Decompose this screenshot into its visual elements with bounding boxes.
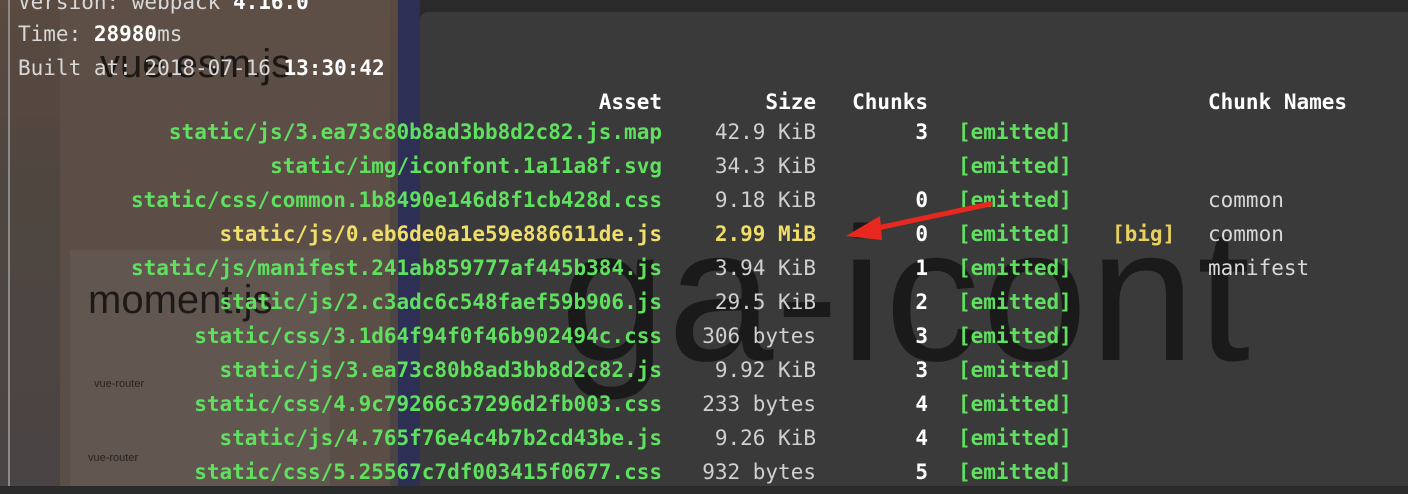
asset-chunks: 4 (915, 392, 928, 416)
asset-size: 9.18 KiB (714, 188, 816, 212)
asset-chunks: 1 (915, 256, 928, 280)
asset-size: 233 bytes (702, 392, 816, 416)
asset-chunks: 3 (915, 324, 928, 348)
asset-chunks: 3 (915, 120, 928, 144)
asset-path: static/js/3.ea73c80b8ad3bb8d2c82.js.map (168, 120, 662, 144)
emitted-status: [emitted] (958, 324, 1072, 348)
asset-size: 29.5 KiB (714, 290, 816, 314)
emitted-status: [emitted] (958, 392, 1072, 416)
asset-path: static/css/3.1d64f94f0f46b902494c.css (194, 324, 662, 348)
chunk-name: common (1208, 188, 1284, 212)
column-chunk-names: Chunk Names (1208, 90, 1348, 114)
column-asset: Asset (598, 90, 662, 114)
asset-size: 932 bytes (702, 460, 816, 484)
asset-path: static/js/2.c3adc6c548faef59b906.js (219, 290, 662, 314)
asset-path: static/js/3.ea73c80b8ad3bb8d2c82.js (219, 358, 662, 382)
table-row: static/js/manifest.241ab859777af445b384.… (0, 256, 1408, 290)
asset-path: static/js/0.eb6de0a1e59e886611de.js (219, 222, 662, 246)
table-row: static/css/common.1b8490e146d8f1cb428d.c… (0, 188, 1408, 222)
asset-path: static/css/5.25567c7df003415f0677.css (194, 460, 662, 484)
time-value: 28980 (93, 22, 158, 46)
asset-path: static/img/iconfont.1a11a8f.svg (270, 154, 662, 178)
chunk-name: manifest (1208, 256, 1310, 280)
asset-chunks: 2 (915, 290, 928, 314)
table-row: static/js/3.ea73c80b8ad3bb8d2c82.js 9.92 … (0, 358, 1408, 392)
asset-size: 9.26 KiB (714, 426, 816, 450)
version-value: 4.16.0 (232, 0, 309, 14)
emitted-status: [emitted] (958, 290, 1072, 314)
table-header: Asset Size Chunks Chunk Names (0, 90, 1408, 124)
built-line: Built at: 2018-07-16 13:30:42 (18, 56, 385, 80)
table-row: static/js/2.c3adc6c548faef59b906.js 29.5 … (0, 290, 1408, 324)
asset-path: static/css/4.9c79266c37296d2fb003.css (194, 392, 662, 416)
column-size: Size (765, 90, 816, 114)
emitted-status: [emitted] (958, 120, 1072, 144)
asset-chunks: 3 (915, 358, 928, 382)
emitted-status: [emitted] (958, 426, 1072, 450)
table-row: static/js/3.ea73c80b8ad3bb8d2c82.js.map 4… (0, 120, 1408, 154)
asset-chunks: 4 (915, 426, 928, 450)
emitted-status: [emitted] (958, 460, 1072, 484)
big-flag: [big] (1112, 222, 1176, 246)
table-row: static/css/5.25567c7df003415f0677.css 932… (0, 460, 1408, 494)
chunk-name: common (1208, 222, 1284, 246)
asset-path: static/js/manifest.241ab859777af445b384.… (130, 256, 662, 280)
asset-size: 2.99 MiB (714, 222, 816, 246)
red-arrow-icon (846, 201, 993, 240)
table-row: static/js/0.eb6de0a1e59e886611de.js 2.99 … (0, 222, 1408, 256)
column-chunks: Chunks (852, 90, 928, 114)
asset-path: static/css/common.1b8490e146d8f1cb428d.c… (130, 188, 662, 212)
table-row: static/img/iconfont.1a11a8f.svg 34.3 KiB [… (0, 154, 1408, 188)
table-row: static/js/4.765f76e4c4b7b2cd43be.js 9.26 … (0, 426, 1408, 460)
asset-size: 306 bytes (702, 324, 816, 348)
asset-size: 9.92 KiB (714, 358, 816, 382)
time-line: Time: 28980ms (18, 22, 183, 46)
emitted-status: [emitted] (958, 358, 1072, 382)
asset-chunks: 5 (915, 460, 928, 484)
emitted-status: [emitted] (958, 154, 1072, 178)
asset-size: 3.94 KiB (714, 256, 816, 280)
asset-size: 34.3 KiB (714, 154, 816, 178)
terminal-output: Version: webpack 4.16.0 Time: 28980ms Bu… (0, 0, 1408, 486)
table-row: static/css/4.9c79266c37296d2fb003.css 233… (0, 392, 1408, 426)
asset-path: static/js/4.765f76e4c4b7b2cd43be.js (219, 426, 662, 450)
version-line: Version: webpack 4.16.0 (18, 0, 309, 14)
table-row: static/css/3.1d64f94f0f46b902494c.css 306… (0, 324, 1408, 358)
emitted-status: [emitted] (958, 256, 1072, 280)
asset-size: 42.9 KiB (714, 120, 816, 144)
built-time-value: 13:30:42 (283, 56, 385, 80)
